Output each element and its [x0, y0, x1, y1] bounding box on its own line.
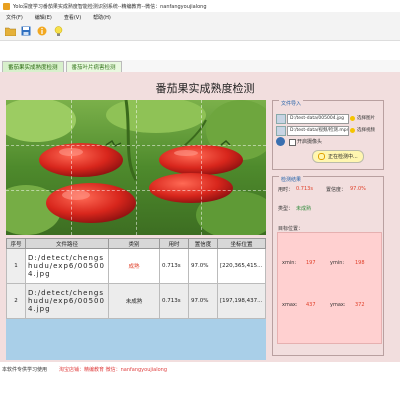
- grid-line: [6, 145, 266, 146]
- row-confidence: 97.0%: [188, 283, 218, 319]
- grid-line: [6, 190, 266, 191]
- grid-line: [71, 100, 72, 235]
- toolbar: [0, 22, 400, 41]
- video-path-field[interactable]: D:/test-data/视频/检测.mp4: [287, 126, 349, 136]
- row-class: 未成熟: [108, 283, 160, 319]
- select-image-button[interactable]: 选择图片: [350, 114, 375, 122]
- row-confidence: 97.0%: [188, 248, 218, 284]
- select-video-button[interactable]: 选择视频: [350, 126, 375, 134]
- loading-icon: [318, 153, 325, 160]
- menu-file[interactable]: 文件(F): [6, 14, 23, 21]
- tab-leaf-disease[interactable]: 番茄叶片病害检测: [65, 61, 122, 72]
- header-path[interactable]: 文件路径: [25, 238, 109, 249]
- menu-edit[interactable]: 编辑(E): [35, 14, 52, 21]
- row-index: 1: [6, 248, 26, 284]
- select-video-label: 选择视频: [357, 128, 375, 133]
- status-bar: 本软件专供学习使用 淘宝店铺：精编教育 微信：nanfangyoujialong: [0, 362, 400, 376]
- tab-fruit-ripeness[interactable]: 番茄果实成熟度检测: [2, 61, 64, 72]
- ymax-value: 372: [355, 302, 365, 308]
- confidence-value: 97.0%: [350, 186, 366, 192]
- row-class: 成熟: [108, 248, 160, 284]
- row-index: 2: [6, 283, 26, 319]
- type-label: 类型：: [278, 206, 294, 212]
- xmin-value: 197: [306, 260, 316, 266]
- window-title: Yolo深度学习番茄果实成熟度智能检测识别系统--精编教育--微信：nanfan…: [13, 3, 207, 10]
- target-position-label: 目标位置：: [278, 226, 304, 232]
- row-time: 0.713s: [159, 248, 189, 284]
- header-time[interactable]: 用时: [159, 238, 189, 249]
- row-time: 0.713s: [159, 283, 189, 319]
- run-detection-button[interactable]: 正在检测中...: [312, 150, 364, 163]
- xmin-label: xmin:: [282, 260, 297, 266]
- grid-line: [201, 100, 202, 235]
- results-table: 序号 文件路径 类别 用时 置信度 坐标位置 1 D:/detect/cheng…: [6, 238, 266, 319]
- detection-image: [6, 100, 266, 235]
- time-value: 0.713s: [296, 186, 313, 192]
- status-left: 本软件专供学习使用: [2, 366, 48, 373]
- results-title: 检测结果: [279, 176, 304, 183]
- table-row[interactable]: 1 D:/detect/chengshudu/exp6/005004.jpg 成…: [6, 248, 266, 284]
- table-row[interactable]: 2 D:/detect/chengshudu/exp6/005004.jpg 未…: [6, 283, 266, 319]
- xmax-label: xmax:: [282, 302, 298, 308]
- tab-bar: 番茄果实成熟度检测 番茄叶片病害检测: [0, 60, 400, 72]
- select-image-label: 选择图片: [357, 116, 375, 121]
- camera-label: 开启摄像头: [297, 139, 323, 145]
- status-right: 淘宝店铺：精编教育 微信：nanfangyoujialong: [59, 366, 167, 373]
- title-bar: Yolo深度学习番茄果实成熟度智能检测识别系统--精编教育--微信：nanfan…: [0, 0, 400, 12]
- header-position[interactable]: 坐标位置: [217, 238, 266, 249]
- bulb-icon[interactable]: [52, 25, 64, 37]
- menu-view[interactable]: 查看(V): [64, 14, 81, 21]
- folder-icon[interactable]: [4, 25, 16, 37]
- target-position-box: [277, 232, 382, 344]
- ymin-label: ymin:: [330, 260, 345, 266]
- select-video-icon: [350, 127, 355, 133]
- page-title: 番茄果实成熟度检测: [155, 82, 255, 95]
- confidence-label: 置信度：: [326, 187, 347, 193]
- header-confidence[interactable]: 置信度: [188, 238, 218, 249]
- type-value: 未成熟: [296, 206, 312, 212]
- grid-line: [136, 100, 137, 235]
- row-position: [220,365,415...: [217, 248, 266, 284]
- file-import-title: 文件导入: [279, 100, 304, 107]
- camera-icon: [276, 137, 285, 146]
- row-path: D:/detect/chengshudu/exp6/005004.jpg: [25, 248, 109, 284]
- xmax-value: 437: [306, 302, 316, 308]
- image-file-icon: [276, 114, 286, 124]
- menu-help[interactable]: 帮助(H): [93, 14, 111, 21]
- time-label: 用时：: [278, 187, 294, 193]
- table-header-row: 序号 文件路径 类别 用时 置信度 坐标位置: [6, 238, 266, 249]
- save-icon[interactable]: [20, 25, 32, 37]
- row-path: D:/detect/chengshudu/exp6/005004.jpg: [25, 283, 109, 319]
- row-position: [197,198,437...: [217, 283, 266, 319]
- info-icon[interactable]: [36, 25, 48, 37]
- header-class[interactable]: 类别: [108, 238, 160, 249]
- menu-bar: 文件(F) 编辑(E) 查看(V) 帮助(H): [0, 12, 400, 22]
- image-path-field[interactable]: D:/test-data/005004.jpg: [287, 114, 349, 124]
- ymax-label: ymax:: [330, 302, 346, 308]
- camera-checkbox[interactable]: [289, 139, 296, 146]
- ymin-value: 198: [355, 260, 365, 266]
- run-detection-label: 正在检测中...: [328, 154, 358, 160]
- select-image-icon: [350, 115, 355, 121]
- video-file-icon: [276, 126, 286, 136]
- header-index[interactable]: 序号: [6, 238, 26, 249]
- app-icon: [3, 2, 10, 10]
